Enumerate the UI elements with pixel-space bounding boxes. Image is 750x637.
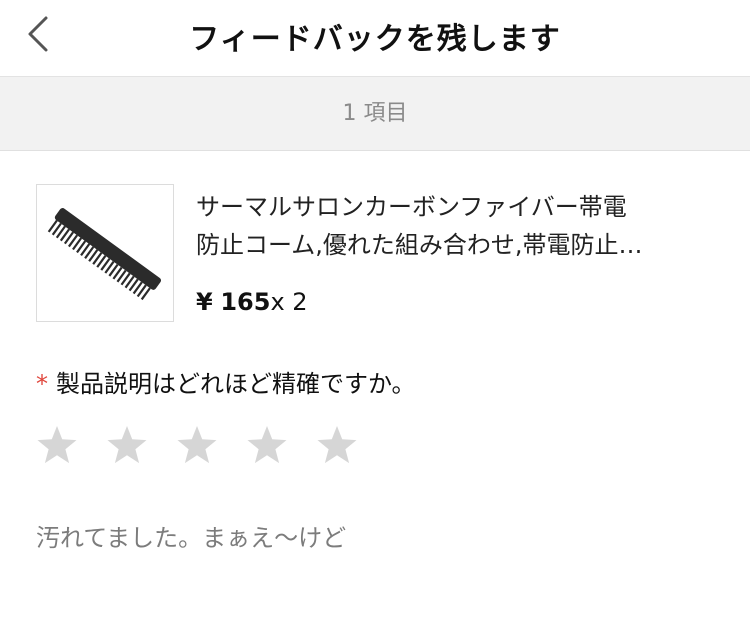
rating-question: * 製品説明はどれほど精確ですか。 [36, 364, 416, 399]
price-value: 165 [220, 288, 271, 316]
rating-question-text: 製品説明はどれほど精確ですか。 [56, 370, 416, 398]
star-icon[interactable] [246, 424, 288, 466]
comb-image [47, 208, 162, 301]
item-count-bar: 1 項目 [0, 77, 750, 151]
product-thumbnail [36, 184, 174, 322]
product-card: サーマルサロンカーボンファイバー帯電 防止コーム,優れた組み合わせ,帯電防止… … [36, 184, 726, 326]
product-price: ¥ 165x 2 [196, 288, 308, 316]
quantity-label: x 2 [270, 288, 308, 316]
star-icon[interactable] [106, 424, 148, 466]
star-icon[interactable] [176, 424, 218, 466]
star-icon[interactable] [36, 424, 78, 466]
comment-input[interactable]: 汚れてました。まぁえ〜けど [36, 518, 346, 553]
product-name-line-1: サーマルサロンカーボンファイバー帯電 [196, 193, 627, 221]
product-name-line-2: 防止コーム,優れた組み合わせ,帯電防止… [196, 231, 643, 259]
page-title: フィードバックを残します [189, 22, 561, 57]
product-name[interactable]: サーマルサロンカーボンファイバー帯電 防止コーム,優れた組み合わせ,帯電防止… [196, 188, 716, 264]
currency-symbol: ¥ [196, 288, 213, 316]
star-icon[interactable] [316, 424, 358, 466]
header-bar: フィードバックを残します [0, 0, 750, 77]
required-mark: * [36, 370, 48, 398]
